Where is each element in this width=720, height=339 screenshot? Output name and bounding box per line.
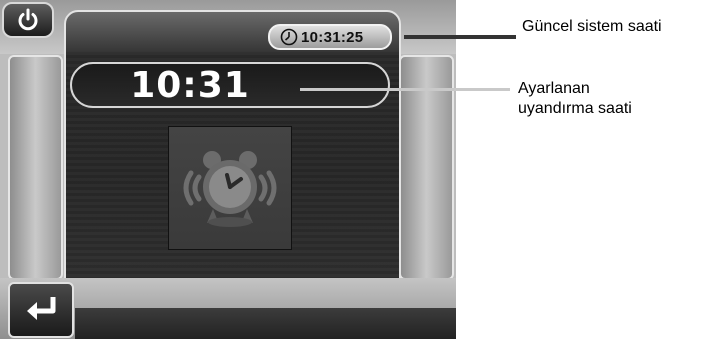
system-time-annotation-text: Güncel sistem saati bbox=[522, 18, 662, 35]
device-screen: 10:31:25 10:31 bbox=[0, 0, 456, 339]
alarm-time-annotation-line2: uyandırma saati bbox=[518, 100, 632, 117]
alarm-clock-icon bbox=[183, 151, 277, 227]
power-icon bbox=[18, 8, 38, 31]
power-button[interactable] bbox=[2, 2, 54, 38]
system-clock-badge: 10:31:25 bbox=[268, 24, 392, 50]
back-arrow-icon bbox=[27, 297, 56, 320]
left-side-panel bbox=[8, 55, 63, 280]
alarm-toggle-button[interactable] bbox=[168, 126, 292, 250]
alarm-time-callout-line bbox=[300, 88, 510, 91]
clock-icon bbox=[280, 28, 298, 46]
alarm-time-annotation: Ayarlanan uyandırma saati bbox=[518, 79, 632, 119]
alarm-time-value: 10:31 bbox=[130, 64, 250, 106]
alarm-time-annotation-line1: Ayarlanan bbox=[518, 80, 590, 97]
bottom-bar-lower bbox=[75, 308, 456, 339]
system-clock-time: 10:31:25 bbox=[301, 28, 364, 46]
system-time-callout-line bbox=[404, 35, 516, 39]
system-time-annotation: Güncel sistem saati bbox=[522, 17, 662, 37]
back-button[interactable] bbox=[8, 282, 74, 338]
alarm-time-field[interactable]: 10:31 bbox=[70, 62, 390, 108]
